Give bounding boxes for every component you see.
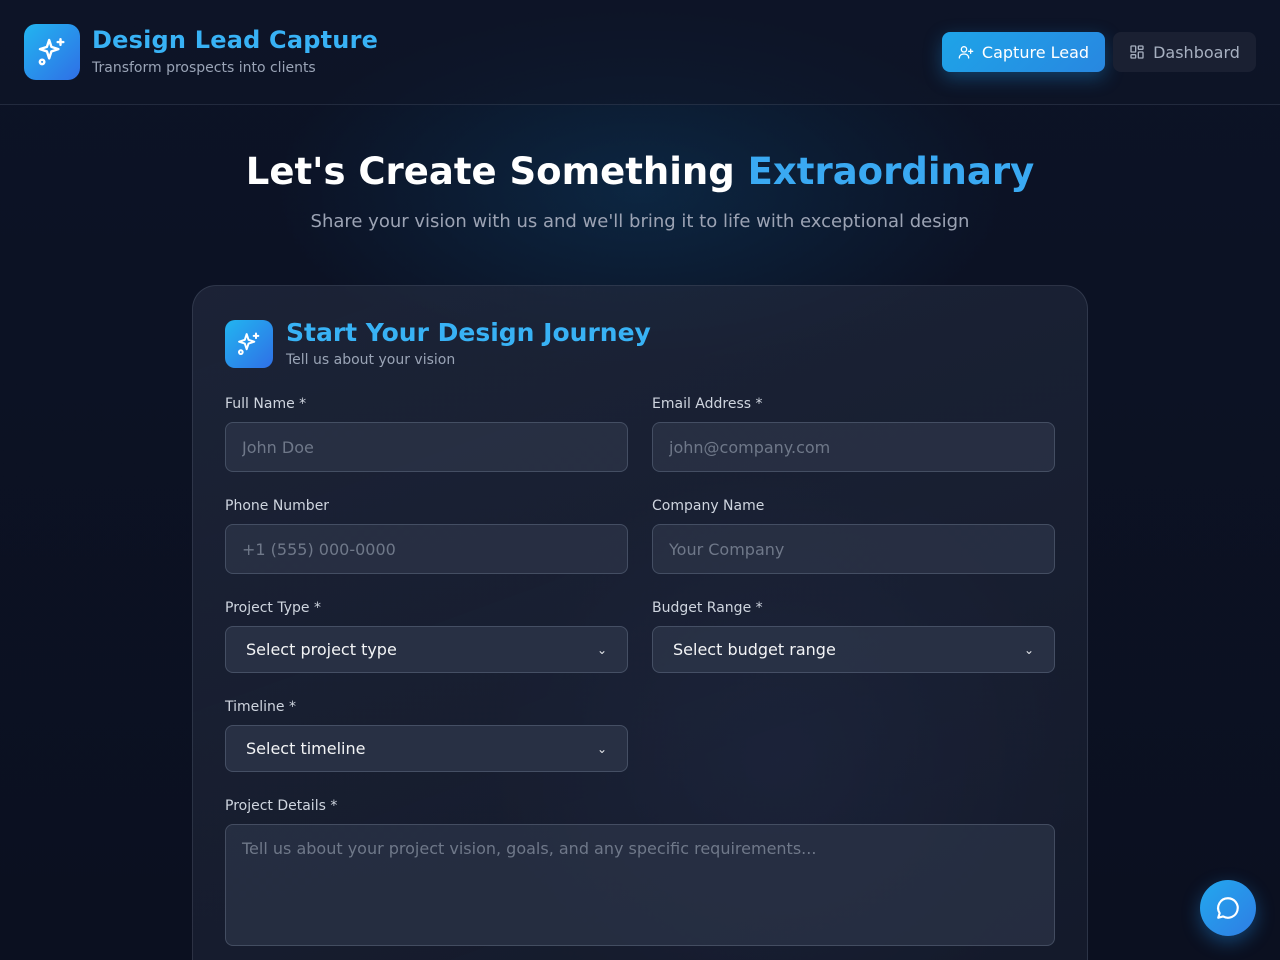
grid-icon <box>1130 45 1144 59</box>
full-name-label: Full Name * <box>225 396 307 412</box>
form-header-icon <box>225 320 273 368</box>
chevron-down-icon: ⌄ <box>596 642 607 657</box>
brand-title: Design Lead Capture <box>92 26 379 54</box>
company-input[interactable] <box>652 524 1055 574</box>
hero-subtitle: Share your vision with us and we'll brin… <box>310 211 970 232</box>
chevron-down-icon: ⌄ <box>1023 642 1034 657</box>
phone-input[interactable] <box>225 524 628 574</box>
form-subtitle: Tell us about your vision <box>286 352 456 368</box>
phone-label: Phone Number <box>225 498 330 514</box>
hero-title-accent: Extraordinary <box>747 150 1035 193</box>
budget-select[interactable]: Select budget range ⌄ <box>652 626 1055 673</box>
sparkles-icon <box>237 332 260 356</box>
hero-title-main: Let's Create Something <box>245 150 748 193</box>
capture-lead-label: Capture Lead <box>981 42 1090 62</box>
chat-button[interactable] <box>1200 880 1256 936</box>
project-type-value: Select project type <box>246 640 397 659</box>
app-logo <box>24 24 80 80</box>
budget-value: Select budget range <box>673 640 836 659</box>
full-name-input[interactable] <box>225 422 628 472</box>
email-label: Email Address * <box>652 396 763 412</box>
company-label: Company Name <box>652 498 765 514</box>
dashboard-button[interactable]: Dashboard <box>1113 32 1256 72</box>
dashboard-label: Dashboard <box>1153 42 1240 62</box>
capture-lead-button[interactable]: Capture Lead <box>942 32 1105 72</box>
chevron-down-icon: ⌄ <box>596 741 607 756</box>
timeline-label: Timeline * <box>225 699 296 715</box>
project-details-label: Project Details * <box>225 798 338 814</box>
brand-subtitle: Transform prospects into clients <box>92 60 316 76</box>
budget-label: Budget Range * <box>652 600 763 616</box>
app-header: Design Lead Capture Transform prospects … <box>0 0 1280 105</box>
sparkles-icon <box>38 38 65 66</box>
project-details-textarea[interactable] <box>225 824 1055 946</box>
project-type-label: Project Type * <box>225 600 321 616</box>
email-input[interactable] <box>652 422 1055 472</box>
form-title: Start Your Design Journey <box>286 318 651 347</box>
timeline-select[interactable]: Select timeline ⌄ <box>225 725 628 772</box>
project-type-select[interactable]: Select project type ⌄ <box>225 626 628 673</box>
lead-form-card: Start Your Design Journey Tell us about … <box>192 285 1088 960</box>
hero-title: Let's Create Something Extraordinary <box>0 150 1280 193</box>
user-plus-icon <box>958 46 974 59</box>
chat-bubble-icon <box>1217 897 1239 919</box>
timeline-value: Select timeline <box>246 739 366 758</box>
